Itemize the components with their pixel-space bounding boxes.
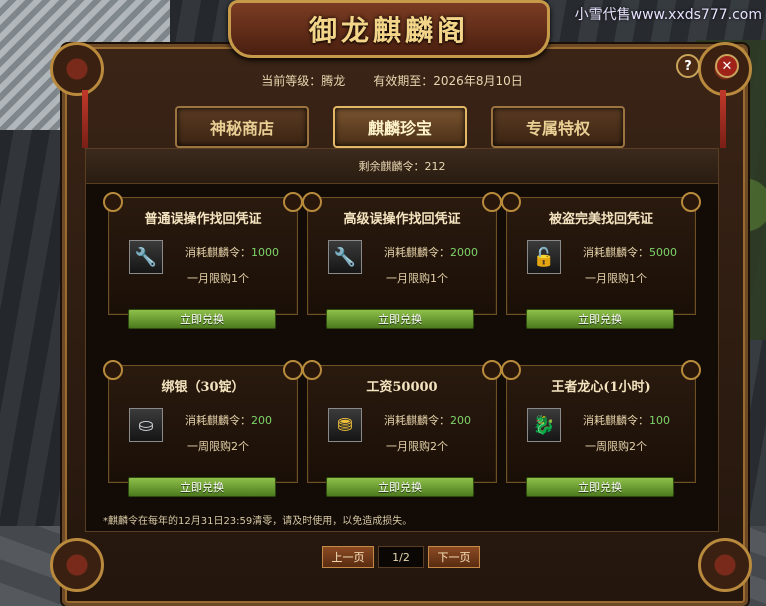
item-title: 被盗完美找回凭证	[548, 212, 653, 227]
frame-corner-ornament	[50, 538, 104, 592]
redeem-button[interactable]: 立即兑换	[526, 477, 674, 497]
redeem-button[interactable]: 立即兑换	[128, 477, 276, 497]
item-cost: 消耗麒麟令：5000	[583, 246, 677, 259]
item-cost: 消耗麒麟令：200	[185, 414, 272, 427]
redeem-button[interactable]: 立即兑换	[526, 309, 674, 329]
reset-note: *麒麟令在每年的12月31日23:59清零，请及时使用，以免造成损失。	[103, 516, 413, 527]
status-bar: 当前等级：腾龙 有效期至：2026年8月10日	[80, 66, 704, 94]
item-cost: 消耗麒麟令：2000	[384, 246, 478, 259]
silver-ingot-icon[interactable]: ⛀	[129, 408, 163, 442]
frame-corner-ornament	[698, 538, 752, 592]
tassel-decoration	[720, 90, 726, 148]
item-card: 被盗完美找回凭证 🔓 消耗麒麟令：5000 一月限购1个	[501, 192, 701, 315]
item-title: 高级误操作找回凭证	[343, 212, 461, 227]
tab-bar: 神秘商店 麒麟珍宝 专属特权	[175, 106, 625, 148]
prev-page-button[interactable]: 上一页	[322, 546, 374, 568]
next-page-button[interactable]: 下一页	[428, 546, 480, 568]
item-limit: 一月限购1个	[585, 272, 647, 285]
tab-exclusive-privileges[interactable]: 专属特权	[491, 106, 625, 148]
item-card: 普通误操作找回凭证 🔧 消耗麒麟令：1000 一月限购1个	[103, 192, 303, 315]
redeem-button[interactable]: 立即兑换	[326, 309, 474, 329]
item-title: 普通误操作找回凭证	[144, 212, 262, 227]
tassel-decoration	[82, 90, 88, 148]
item-card: 工资50000 ⛃ 消耗麒麟令：200 一月限购2个	[302, 360, 502, 483]
item-title: 工资50000	[366, 380, 438, 395]
expiry-date: 有效期至：2026年8月10日	[373, 73, 523, 88]
item-card: 绑银（30锭） ⛀ 消耗麒麟令：200 一周限购2个	[103, 360, 303, 483]
title-plaque: 御龙麒麟阁	[228, 0, 550, 58]
item-limit: 一月限购2个	[386, 440, 448, 453]
page-indicator: 1/2	[378, 546, 424, 568]
window-title: 御龙麒麟阁	[308, 14, 469, 47]
tab-mystery-shop[interactable]: 神秘商店	[175, 106, 309, 148]
watermark: 小雪代售www.xxds777.com	[574, 7, 762, 23]
current-level: 当前等级：腾龙	[261, 73, 346, 88]
shop-content-panel: 剩余麒麟令：212 普通误操作找回凭证 🔧 消耗麒麟令：1000 一月限购1个 …	[85, 148, 719, 532]
wrench-icon[interactable]: 🔧	[328, 240, 362, 274]
pagination: 上一页 1/2 下一页	[322, 546, 480, 568]
item-limit: 一月限购1个	[386, 272, 448, 285]
remaining-tokens: 剩余麒麟令：212	[86, 149, 718, 184]
item-title: 王者龙心(1小时)	[551, 380, 651, 395]
item-limit: 一周限购2个	[187, 440, 249, 453]
dragon-heart-icon[interactable]: 🐉	[527, 408, 561, 442]
wrench-icon[interactable]: 🔧	[129, 240, 163, 274]
tab-qilin-treasure[interactable]: 麒麟珍宝	[333, 106, 467, 148]
item-card: 王者龙心(1小时) 🐉 消耗麒麟令：100 一周限购2个	[501, 360, 701, 483]
lock-icon[interactable]: 🔓	[527, 240, 561, 274]
item-cost: 消耗麒麟令：1000	[185, 246, 279, 259]
redeem-button[interactable]: 立即兑换	[128, 309, 276, 329]
gold-ingot-icon[interactable]: ⛃	[328, 408, 362, 442]
item-card: 高级误操作找回凭证 🔧 消耗麒麟令：2000 一月限购1个	[302, 192, 502, 315]
item-cost: 消耗麒麟令：200	[384, 414, 471, 427]
item-cost: 消耗麒麟令：100	[583, 414, 670, 427]
close-button[interactable]: ✕	[715, 54, 739, 78]
item-title: 绑银（30锭）	[161, 380, 245, 395]
item-limit: 一周限购2个	[585, 440, 647, 453]
redeem-button[interactable]: 立即兑换	[326, 477, 474, 497]
help-button[interactable]: ?	[676, 54, 700, 78]
item-limit: 一月限购1个	[187, 272, 249, 285]
